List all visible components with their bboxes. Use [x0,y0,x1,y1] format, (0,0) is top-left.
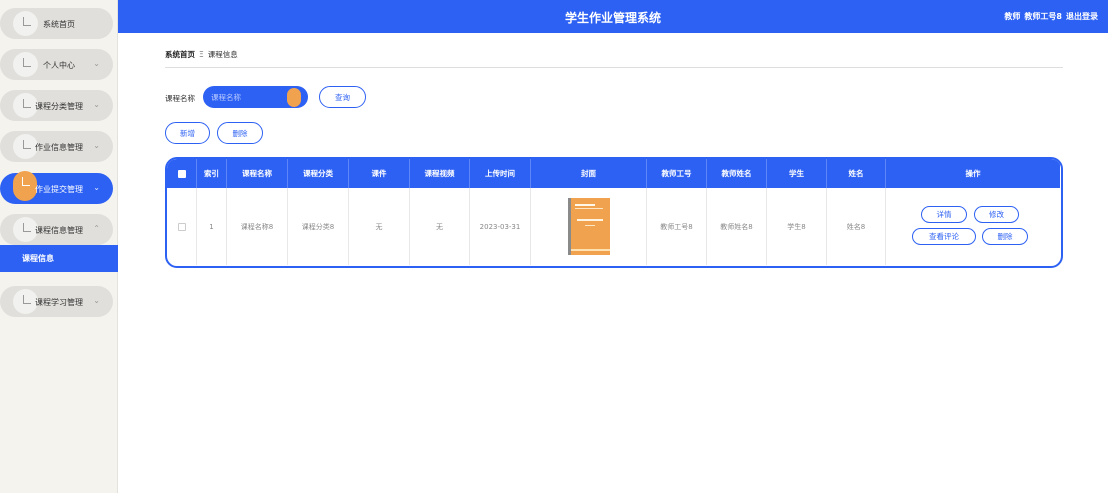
breadcrumb-separator: Ξ [199,50,204,59]
sidebar-item-homework-submit[interactable]: 作业提交管理 ⌄ [0,171,113,204]
user-role: 教师 [1004,12,1021,21]
column-header: 姓名 [827,159,886,188]
chevron-down-icon: ⌄ [93,296,100,305]
view-comments-button[interactable]: 查看评论 [912,228,976,245]
row-select-cell [167,188,197,265]
column-header: 上传时间 [470,159,531,188]
menu-icon [13,11,38,36]
cell-category: 课程分类8 [288,188,349,265]
cell-name: 姓名8 [827,188,886,265]
column-header: 课程名称 [227,159,288,188]
search-placeholder: 课程名称 [211,93,241,102]
sidebar-item-course-category[interactable]: 课程分类管理 ⌄ [0,90,113,121]
search-input[interactable]: 课程名称 [203,86,308,108]
sidebar-item-label: 作业提交管理 [35,185,83,194]
chevron-up-icon: ⌃ [93,224,100,233]
app-title: 学生作业管理系统 [564,11,661,25]
top-header: 学生作业管理系统 教师 教师工号8 退出登录 [118,0,1108,33]
cell-student: 学生8 [767,188,827,265]
sidebar-item-label: 作业信息管理 [35,143,83,152]
sidebar-item-personal-center[interactable]: 个人中心 ⌄ [0,49,113,80]
user-name: 教师工号8 [1024,12,1062,21]
column-header: 操作 [965,169,981,178]
course-table: 索引 课程名称 课程分类 课件 课程视频 上传时间 封面 教师工号 教师姓名 学… [165,157,1063,268]
cell-video: 无 [410,188,470,265]
cell-operations: 详情 修改 查看评论 删除 [886,188,1060,265]
cell-index: 1 [197,188,227,265]
sidebar-item-course-study[interactable]: 课程学习管理 ⌄ [0,286,113,317]
cell-teacher-id: 教师工号8 [647,188,707,265]
sidebar-item-label: 系统首页 [43,20,75,29]
breadcrumb: 系统首页 Ξ 课程信息 [165,49,238,60]
chevron-down-icon: ⌄ [93,100,100,109]
search-button[interactable]: 查询 [319,86,366,108]
sidebar-item-label: 个人中心 [43,61,75,70]
select-all-cell [167,159,197,188]
sidebar-item-label: 课程分类管理 [35,102,83,111]
cover-image[interactable] [567,198,610,255]
sidebar-item-home[interactable]: 系统首页 [0,8,113,39]
column-header: 索引 [197,159,227,188]
logout-link[interactable]: 退出登录 [1066,12,1098,21]
divider [165,67,1063,68]
cell-teacher-name: 教师姓名8 [707,188,767,265]
sidebar-item-label: 课程信息管理 [35,226,83,235]
delete-button[interactable]: 删除 [217,122,263,144]
column-header: 教师姓名 [707,159,767,188]
chevron-down-icon: ⌄ [93,183,100,192]
row-delete-button[interactable]: 删除 [982,228,1028,245]
sidebar-item-homework-info[interactable]: 作业信息管理 ⌄ [0,131,113,162]
select-all-checkbox[interactable] [177,169,186,178]
app-root: 系统首页 个人中心 ⌄ 课程分类管理 ⌄ 作业信息管理 ⌄ 作业提交管理 ⌄ 课… [0,0,1108,493]
cell-courseware: 无 [349,188,410,265]
table-row: 1 课程名称8 课程分类8 无 无 2023-03-31 教师工号8 教师姓名8… [167,188,1060,265]
search-label: 课程名称 [165,94,195,103]
user-info: 教师 教师工号8 退出登录 [1000,11,1098,22]
column-header: 教师工号 [647,159,707,188]
chevron-down-icon: ⌄ [93,59,100,68]
table-header: 索引 课程名称 课程分类 课件 课程视频 上传时间 封面 教师工号 教师姓名 学… [167,159,1060,188]
column-header: 学生 [767,159,827,188]
column-header: 课程分类 [288,159,349,188]
cell-upload-time: 2023-03-31 [470,188,531,265]
cell-course-name: 课程名称8 [227,188,288,265]
sidebar-subitem-course-info[interactable]: 课程信息 [0,245,118,272]
column-header: 课件 [349,159,410,188]
detail-button[interactable]: 详情 [921,206,967,223]
column-header: 课程视频 [410,159,470,188]
menu-icon [13,171,37,201]
column-header: 封面 [531,159,647,188]
sidebar-item-course-info[interactable]: 课程信息管理 ⌃ [0,214,113,245]
sidebar: 系统首页 个人中心 ⌄ 课程分类管理 ⌄ 作业信息管理 ⌄ 作业提交管理 ⌄ 课… [0,0,118,493]
chevron-down-icon: ⌄ [93,141,100,150]
menu-icon [13,52,38,77]
add-button[interactable]: 新增 [165,122,210,144]
breadcrumb-current: 课程信息 [207,50,238,59]
cell-cover [531,188,647,265]
operations-group: 详情 修改 查看评论 删除 [886,188,1061,265]
breadcrumb-home[interactable]: 系统首页 [165,50,195,59]
row-checkbox[interactable] [177,222,186,231]
edit-button[interactable]: 修改 [974,206,1019,223]
search-input-indicator [287,88,301,107]
sidebar-item-label: 课程学习管理 [35,298,83,307]
